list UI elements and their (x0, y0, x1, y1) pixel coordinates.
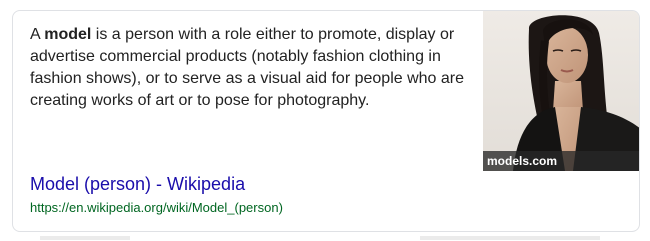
snippet-prefix: A (30, 26, 45, 43)
image-source-caption: models.com (483, 151, 639, 171)
result-url: https://en.wikipedia.org/wiki/Model_(per… (30, 200, 283, 215)
result-title-link[interactable]: Model (person) - Wikipedia (30, 173, 245, 195)
model-thumbnail[interactable]: models.com (483, 11, 639, 171)
cut-off-footer (0, 234, 650, 241)
snippet-text: is a person with a role either to promot… (30, 26, 465, 109)
model-photo-image (483, 11, 639, 171)
cut-off-text-right (420, 236, 600, 240)
knowledge-panel-card: A model is a person with a role either t… (12, 10, 640, 232)
cut-off-text-left (40, 236, 130, 240)
snippet-term: model (44, 26, 92, 43)
definition-snippet: A model is a person with a role either t… (30, 24, 480, 112)
